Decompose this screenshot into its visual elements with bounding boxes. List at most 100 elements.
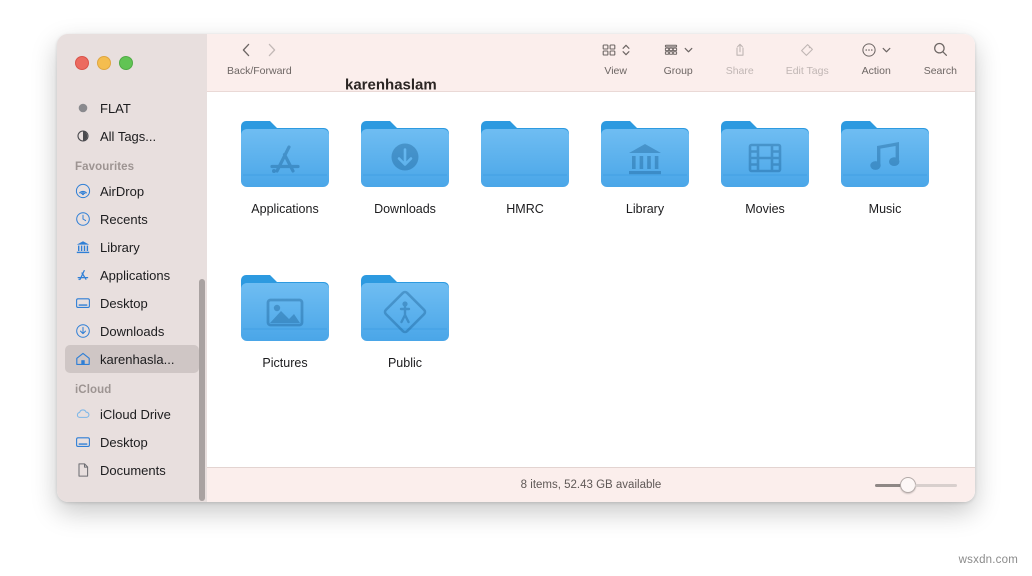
slider-track-filled: [875, 484, 901, 487]
sidebar-item-applications[interactable]: Applications: [65, 261, 199, 289]
forward-button[interactable]: [266, 42, 277, 63]
desktop-icon: [75, 434, 91, 450]
sidebar-scroll-area: FLAT All Tags... Favourites: [57, 91, 207, 502]
download-folder-icon: [357, 110, 453, 196]
file-item[interactable]: Downloads: [345, 110, 465, 264]
sidebar-item-desktop[interactable]: Desktop: [65, 289, 199, 317]
sidebar-item-label: Desktop: [100, 435, 148, 450]
sidebar-section-favourites: Favourites: [57, 150, 207, 177]
toolbar: Back/Forward karenhaslam: [207, 34, 975, 92]
sidebar-item-recents[interactable]: Recents: [65, 205, 199, 233]
file-label: Movies: [745, 202, 785, 216]
action-button[interactable]: Action: [861, 34, 892, 77]
minimize-button[interactable]: [97, 56, 111, 70]
sidebar-item-label: Applications: [100, 268, 170, 283]
sidebar-section-icloud: iCloud: [57, 373, 207, 400]
sidebar-item-label: FLAT: [100, 101, 131, 116]
file-item[interactable]: Movies: [705, 110, 825, 264]
airdrop-icon: [75, 183, 91, 199]
file-label: Applications: [251, 202, 318, 216]
status-bar: 8 items, 52.43 GB available: [207, 467, 975, 502]
sidebar: FLAT All Tags... Favourites: [57, 34, 207, 502]
toolbar-actions: View: [601, 34, 957, 77]
window-body: FLAT All Tags... Favourites: [57, 34, 975, 502]
file-label: HMRC: [506, 202, 544, 216]
grid-icon: [601, 42, 617, 63]
file-item[interactable]: Public: [345, 264, 465, 418]
close-button[interactable]: [75, 56, 89, 70]
slider-knob[interactable]: [900, 477, 916, 493]
sidebar-item-all-tags[interactable]: All Tags...: [65, 122, 199, 150]
sidebar-item-flat[interactable]: FLAT: [65, 94, 199, 122]
bank-icon: [75, 239, 91, 255]
status-text: 8 items, 52.43 GB available: [521, 479, 662, 491]
group-button[interactable]: Group: [663, 34, 694, 77]
watermark: wsxdn.com: [959, 554, 1018, 566]
group-label: Group: [664, 65, 693, 77]
file-label: Library: [626, 202, 664, 216]
sidebar-item-downloads[interactable]: Downloads: [65, 317, 199, 345]
file-item[interactable]: Library: [585, 110, 705, 264]
ellipsis-circle-icon: [861, 42, 877, 63]
sidebar-item-label: karenhasla...: [100, 352, 174, 367]
icon-size-slider[interactable]: [875, 478, 957, 492]
bank-folder-icon: [597, 110, 693, 196]
action-label: Action: [862, 65, 891, 77]
sidebar-scrollbar[interactable]: [199, 279, 205, 501]
sidebar-item-label: Desktop: [100, 296, 148, 311]
file-item[interactable]: HMRC: [465, 110, 585, 264]
page-title: karenhaslam: [345, 77, 437, 94]
search-icon: [932, 41, 949, 63]
group-icon: [663, 42, 679, 63]
sidebar-item-karenhaslam[interactable]: karenhasla...: [65, 345, 199, 373]
file-grid-area: Applications: [207, 92, 975, 467]
sidebar-item-library[interactable]: Library: [65, 233, 199, 261]
sidebar-item-label: Documents: [100, 463, 166, 478]
slider-track-empty: [915, 484, 957, 487]
photo-folder-icon: [237, 264, 333, 350]
music-folder-icon: [837, 110, 933, 196]
view-button[interactable]: View: [601, 34, 631, 77]
sidebar-item-icloud-drive[interactable]: iCloud Drive: [65, 400, 199, 428]
file-item[interactable]: Pictures: [225, 264, 345, 418]
sidebar-item-airdrop[interactable]: AirDrop: [65, 177, 199, 205]
sidebar-item-documents[interactable]: Documents: [65, 456, 199, 484]
appstore-folder-icon: [237, 110, 333, 196]
back-forward-controls: Back/Forward: [227, 34, 292, 77]
sidebar-item-label: All Tags...: [100, 129, 156, 144]
chevron-up-down-icon: [621, 42, 631, 63]
share-button[interactable]: Share: [726, 34, 754, 77]
chevron-down-icon: [881, 42, 892, 63]
maximize-button[interactable]: [119, 56, 133, 70]
appstore-icon: [75, 267, 91, 283]
screen: FLAT All Tags... Favourites: [0, 0, 1032, 576]
file-label: Music: [869, 202, 902, 216]
back-forward-label: Back/Forward: [227, 65, 292, 77]
tag-icon: [799, 42, 815, 63]
search-button[interactable]: Search: [924, 34, 957, 77]
share-icon: [732, 42, 748, 63]
view-label: View: [604, 65, 627, 77]
file-item[interactable]: Applications: [225, 110, 345, 264]
file-item[interactable]: Music: [825, 110, 945, 264]
file-label: Pictures: [262, 356, 307, 370]
back-button[interactable]: [241, 42, 252, 63]
film-folder-icon: [717, 110, 813, 196]
edit-tags-button[interactable]: Edit Tags: [786, 34, 829, 77]
chevron-down-icon: [683, 42, 694, 63]
sidebar-item-label: Library: [100, 240, 140, 255]
home-icon: [75, 351, 91, 367]
clock-icon: [75, 211, 91, 227]
download-icon: [75, 323, 91, 339]
gray-dot-icon: [75, 100, 91, 116]
search-label: Search: [924, 65, 957, 77]
tags-circle-icon: [75, 128, 91, 144]
sidebar-item-label: Downloads: [100, 324, 164, 339]
cloud-icon: [75, 406, 91, 422]
sidebar-item-icloud-desktop[interactable]: Desktop: [65, 428, 199, 456]
desktop-icon: [75, 295, 91, 311]
share-label: Share: [726, 65, 754, 77]
window-controls: [57, 34, 207, 91]
plain-folder-icon: [477, 110, 573, 196]
public-folder-icon: [357, 264, 453, 350]
